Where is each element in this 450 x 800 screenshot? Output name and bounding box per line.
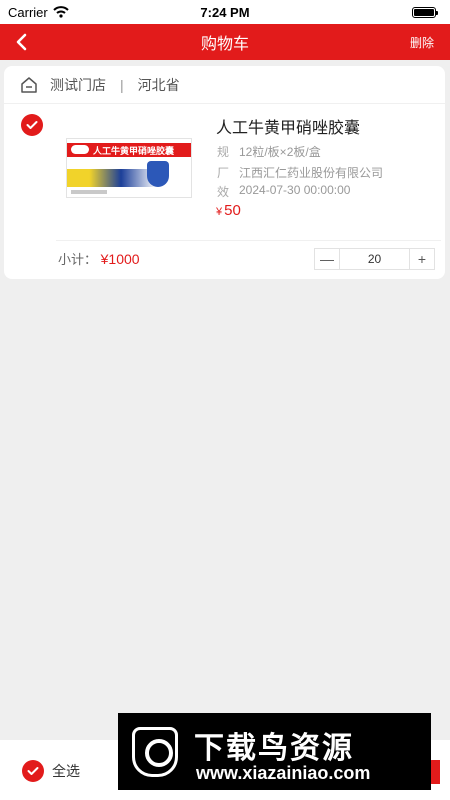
quantity-stepper: — 20 +	[314, 248, 435, 270]
store-separator: |	[120, 76, 124, 93]
product-price: ¥50	[216, 202, 241, 219]
manufacturer-value: 江西汇仁药业股份有限公司	[239, 166, 384, 180]
subtotal-label: 小计：	[58, 252, 98, 267]
manufacturer-row: 厂 江西汇仁药业股份有限公司	[217, 164, 383, 181]
wifi-icon	[53, 6, 69, 18]
manufacturer-label: 厂	[217, 166, 230, 180]
store-province: 河北省	[137, 76, 180, 93]
page-title: 购物车	[200, 36, 249, 53]
watermark-title: 下载鸟资源	[194, 732, 354, 765]
watermark-url: www.xiazainiao.com	[196, 763, 371, 783]
delete-button[interactable]: 删除	[410, 34, 434, 51]
shield-icon	[147, 161, 169, 187]
item-checkbox[interactable]	[21, 114, 43, 136]
expiry-label: 效	[217, 185, 230, 199]
watermark-banner: 下载鸟资源 www.xiazainiao.com	[118, 713, 431, 790]
spec-row: 规 12粒/板×2板/盒	[217, 143, 321, 160]
select-all[interactable]: 全选	[22, 760, 80, 782]
box-label: 人工牛黄甲硝唑胶囊	[93, 146, 175, 156]
product-image[interactable]: 人工牛黄甲硝唑胶囊	[66, 138, 194, 202]
currency-symbol: ¥	[216, 206, 223, 218]
chevron-left-icon	[16, 33, 27, 51]
expiry-row: 效 2024-07-30 00:00:00	[217, 183, 350, 200]
checkmark-icon	[27, 767, 39, 775]
status-bar: Carrier 7:24 PM	[0, 0, 450, 24]
store-header[interactable]: 测试门店 | 河北省	[4, 66, 445, 104]
medicine-box: 人工牛黄甲硝唑胶囊	[66, 138, 192, 198]
spec-value: 12粒/板×2板/盒	[239, 145, 321, 159]
carrier-label: Carrier	[8, 4, 48, 20]
expiry-value: 2024-07-30 00:00:00	[239, 183, 351, 197]
decrease-button[interactable]: —	[315, 249, 339, 269]
quantity-input[interactable]: 20	[339, 249, 410, 269]
increase-button[interactable]: +	[410, 249, 434, 269]
price-value: 50	[224, 202, 241, 219]
store-home-icon	[21, 76, 37, 93]
product-name[interactable]: 人工牛黄甲硝唑胶囊	[216, 114, 360, 138]
divider	[56, 240, 441, 241]
battery-icon	[412, 6, 438, 18]
nav-bar: 购物车 删除	[0, 24, 450, 60]
subtotal: 小计： ¥1000	[58, 249, 140, 268]
checkmark-icon	[26, 121, 38, 129]
select-all-label: 全选	[52, 763, 80, 779]
select-all-checkbox[interactable]	[22, 760, 44, 782]
spec-label: 规	[217, 145, 230, 159]
back-button[interactable]	[10, 30, 34, 54]
status-left: Carrier	[8, 5, 69, 20]
subtotal-amount: ¥1000	[100, 251, 140, 267]
bird-logo-icon	[132, 727, 178, 777]
store-name: 测试门店	[50, 76, 106, 93]
